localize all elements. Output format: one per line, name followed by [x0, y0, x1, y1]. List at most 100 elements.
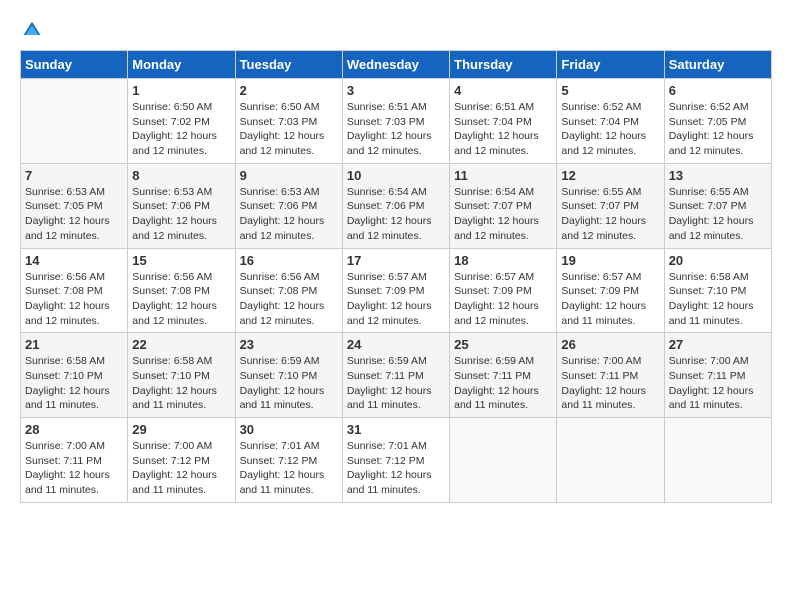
day-info: Sunrise: 6:57 AMSunset: 7:09 PMDaylight:… — [347, 270, 445, 329]
calendar-cell: 8 Sunrise: 6:53 AMSunset: 7:06 PMDaylight… — [128, 163, 235, 248]
day-info: Sunrise: 6:50 AMSunset: 7:03 PMDaylight:… — [240, 100, 338, 159]
day-info: Sunrise: 6:55 AMSunset: 7:07 PMDaylight:… — [561, 185, 659, 244]
day-number: 11 — [454, 168, 552, 183]
calendar-cell — [557, 418, 664, 503]
day-info: Sunrise: 6:54 AMSunset: 7:06 PMDaylight:… — [347, 185, 445, 244]
page-header — [20, 20, 772, 40]
calendar-cell: 25 Sunrise: 6:59 AMSunset: 7:11 PMDayligh… — [450, 333, 557, 418]
calendar-table: SundayMondayTuesdayWednesdayThursdayFrid… — [20, 50, 772, 503]
day-number: 4 — [454, 83, 552, 98]
day-number: 29 — [132, 422, 230, 437]
calendar-cell: 12 Sunrise: 6:55 AMSunset: 7:07 PMDayligh… — [557, 163, 664, 248]
day-number: 19 — [561, 253, 659, 268]
calendar-cell: 10 Sunrise: 6:54 AMSunset: 7:06 PMDayligh… — [342, 163, 449, 248]
day-number: 6 — [669, 83, 767, 98]
day-info: Sunrise: 6:56 AMSunset: 7:08 PMDaylight:… — [132, 270, 230, 329]
day-info: Sunrise: 7:00 AMSunset: 7:12 PMDaylight:… — [132, 439, 230, 498]
day-number: 27 — [669, 337, 767, 352]
header-tuesday: Tuesday — [235, 51, 342, 79]
week-row-2: 7 Sunrise: 6:53 AMSunset: 7:05 PMDaylight… — [21, 163, 772, 248]
header-thursday: Thursday — [450, 51, 557, 79]
day-info: Sunrise: 6:53 AMSunset: 7:05 PMDaylight:… — [25, 185, 123, 244]
day-info: Sunrise: 6:56 AMSunset: 7:08 PMDaylight:… — [240, 270, 338, 329]
day-number: 31 — [347, 422, 445, 437]
calendar-cell: 20Sunrise: 6:58 AMSunset: 7:10 PMDayligh… — [664, 248, 771, 333]
day-info: Sunrise: 6:55 AMSunset: 7:07 PMDaylight:… — [669, 185, 767, 244]
day-number: 16 — [240, 253, 338, 268]
day-info: Sunrise: 6:59 AMSunset: 7:10 PMDaylight:… — [240, 354, 338, 413]
day-number: 22 — [132, 337, 230, 352]
calendar-cell: 17 Sunrise: 6:57 AMSunset: 7:09 PMDayligh… — [342, 248, 449, 333]
day-number: 7 — [25, 168, 123, 183]
day-number: 3 — [347, 83, 445, 98]
calendar-cell: 2 Sunrise: 6:50 AMSunset: 7:03 PMDaylight… — [235, 79, 342, 164]
day-info: Sunrise: 6:58 AMSunset: 7:10 PMDaylight:… — [132, 354, 230, 413]
day-info: Sunrise: 6:59 AMSunset: 7:11 PMDaylight:… — [454, 354, 552, 413]
day-number: 15 — [132, 253, 230, 268]
day-number: 25 — [454, 337, 552, 352]
logo-icon — [22, 20, 42, 40]
day-info: Sunrise: 6:50 AMSunset: 7:02 PMDaylight:… — [132, 100, 230, 159]
calendar-cell: 5 Sunrise: 6:52 AMSunset: 7:04 PMDaylight… — [557, 79, 664, 164]
day-info: Sunrise: 7:00 AMSunset: 7:11 PMDaylight:… — [25, 439, 123, 498]
calendar-cell — [664, 418, 771, 503]
day-number: 17 — [347, 253, 445, 268]
day-number: 18 — [454, 253, 552, 268]
logo — [20, 20, 42, 40]
calendar-cell: 4 Sunrise: 6:51 AMSunset: 7:04 PMDaylight… — [450, 79, 557, 164]
day-info: Sunrise: 6:58 AMSunset: 7:10 PMDaylight:… — [25, 354, 123, 413]
day-info: Sunrise: 7:01 AMSunset: 7:12 PMDaylight:… — [240, 439, 338, 498]
day-number: 23 — [240, 337, 338, 352]
header-wednesday: Wednesday — [342, 51, 449, 79]
header-monday: Monday — [128, 51, 235, 79]
calendar-cell: 23 Sunrise: 6:59 AMSunset: 7:10 PMDayligh… — [235, 333, 342, 418]
calendar-cell: 24 Sunrise: 6:59 AMSunset: 7:11 PMDayligh… — [342, 333, 449, 418]
day-info: Sunrise: 6:53 AMSunset: 7:06 PMDaylight:… — [132, 185, 230, 244]
calendar-cell: 15 Sunrise: 6:56 AMSunset: 7:08 PMDayligh… — [128, 248, 235, 333]
day-number: 14 — [25, 253, 123, 268]
day-info: Sunrise: 6:51 AMSunset: 7:03 PMDaylight:… — [347, 100, 445, 159]
day-number: 12 — [561, 168, 659, 183]
calendar-cell: 28 Sunrise: 7:00 AMSunset: 7:11 PMDayligh… — [21, 418, 128, 503]
day-number: 9 — [240, 168, 338, 183]
week-row-4: 21 Sunrise: 6:58 AMSunset: 7:10 PMDayligh… — [21, 333, 772, 418]
day-number: 2 — [240, 83, 338, 98]
calendar-header-row: SundayMondayTuesdayWednesdayThursdayFrid… — [21, 51, 772, 79]
day-number: 30 — [240, 422, 338, 437]
day-info: Sunrise: 6:57 AMSunset: 7:09 PMDaylight:… — [561, 270, 659, 329]
day-info: Sunrise: 7:00 AMSunset: 7:11 PMDaylight:… — [561, 354, 659, 413]
day-number: 24 — [347, 337, 445, 352]
day-info: Sunrise: 6:52 AMSunset: 7:04 PMDaylight:… — [561, 100, 659, 159]
day-info: Sunrise: 6:57 AMSunset: 7:09 PMDaylight:… — [454, 270, 552, 329]
day-number: 28 — [25, 422, 123, 437]
calendar-cell: 21 Sunrise: 6:58 AMSunset: 7:10 PMDayligh… — [21, 333, 128, 418]
calendar-cell — [450, 418, 557, 503]
calendar-cell: 29 Sunrise: 7:00 AMSunset: 7:12 PMDayligh… — [128, 418, 235, 503]
day-number: 10 — [347, 168, 445, 183]
calendar-cell: 6Sunrise: 6:52 AMSunset: 7:05 PMDaylight… — [664, 79, 771, 164]
calendar-cell: 14 Sunrise: 6:56 AMSunset: 7:08 PMDayligh… — [21, 248, 128, 333]
day-info: Sunrise: 6:51 AMSunset: 7:04 PMDaylight:… — [454, 100, 552, 159]
day-info: Sunrise: 7:00 AMSunset: 7:11 PMDaylight:… — [669, 354, 767, 413]
day-number: 26 — [561, 337, 659, 352]
week-row-3: 14 Sunrise: 6:56 AMSunset: 7:08 PMDayligh… — [21, 248, 772, 333]
day-number: 8 — [132, 168, 230, 183]
week-row-5: 28 Sunrise: 7:00 AMSunset: 7:11 PMDayligh… — [21, 418, 772, 503]
day-number: 21 — [25, 337, 123, 352]
week-row-1: 1 Sunrise: 6:50 AMSunset: 7:02 PMDaylight… — [21, 79, 772, 164]
day-number: 5 — [561, 83, 659, 98]
calendar-cell: 7 Sunrise: 6:53 AMSunset: 7:05 PMDaylight… — [21, 163, 128, 248]
calendar-cell: 31 Sunrise: 7:01 AMSunset: 7:12 PMDayligh… — [342, 418, 449, 503]
header-sunday: Sunday — [21, 51, 128, 79]
day-info: Sunrise: 7:01 AMSunset: 7:12 PMDaylight:… — [347, 439, 445, 498]
day-number: 1 — [132, 83, 230, 98]
day-info: Sunrise: 6:56 AMSunset: 7:08 PMDaylight:… — [25, 270, 123, 329]
calendar-cell: 9 Sunrise: 6:53 AMSunset: 7:06 PMDaylight… — [235, 163, 342, 248]
day-info: Sunrise: 6:59 AMSunset: 7:11 PMDaylight:… — [347, 354, 445, 413]
calendar-cell: 30 Sunrise: 7:01 AMSunset: 7:12 PMDayligh… — [235, 418, 342, 503]
day-info: Sunrise: 6:53 AMSunset: 7:06 PMDaylight:… — [240, 185, 338, 244]
day-number: 13 — [669, 168, 767, 183]
calendar-cell: 22 Sunrise: 6:58 AMSunset: 7:10 PMDayligh… — [128, 333, 235, 418]
calendar-cell: 11Sunrise: 6:54 AMSunset: 7:07 PMDayligh… — [450, 163, 557, 248]
calendar-cell: 18 Sunrise: 6:57 AMSunset: 7:09 PMDayligh… — [450, 248, 557, 333]
